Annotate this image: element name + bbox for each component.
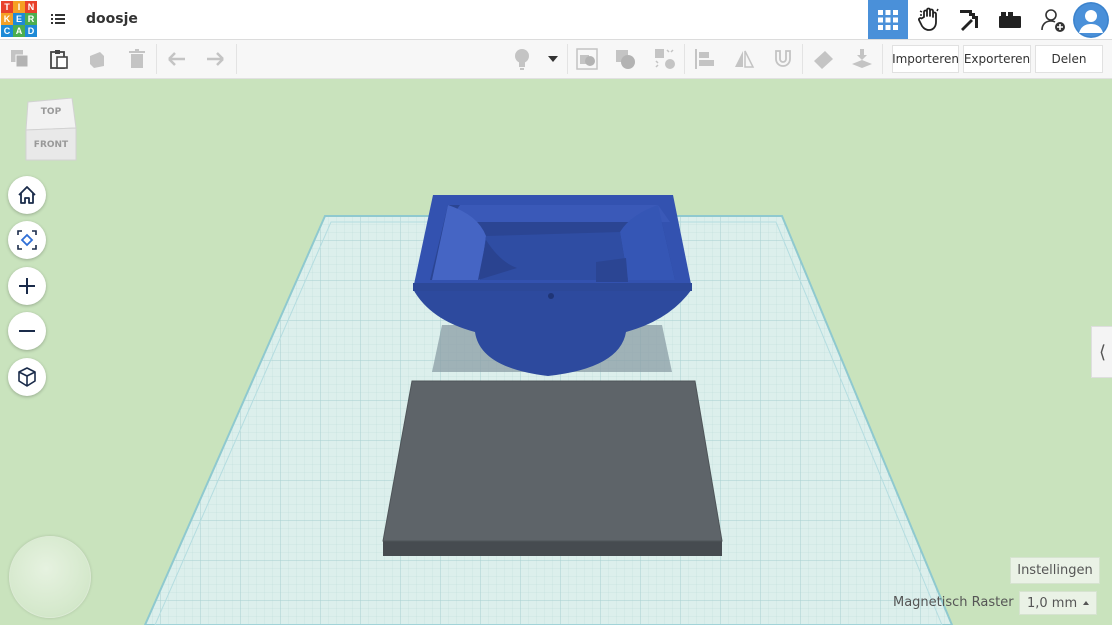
mirror-button[interactable] <box>731 46 757 72</box>
ungroup-icon <box>655 49 675 69</box>
top-bar: T I N K E R C A D doosje <box>0 0 1112 40</box>
logo-letter: I <box>13 1 25 13</box>
copy-button[interactable] <box>7 46 33 72</box>
drop-to-workplane-icon <box>852 49 872 68</box>
bricks-button[interactable] <box>990 0 1030 39</box>
logo-letter: E <box>13 13 25 25</box>
gray-box-shape[interactable] <box>382 380 723 556</box>
notes-button[interactable] <box>509 46 535 72</box>
home-view-icon <box>18 186 36 204</box>
paste-icon <box>50 50 68 69</box>
logo-letter: T <box>1 1 13 13</box>
logo-letter: N <box>25 1 37 13</box>
logo-letter: A <box>13 25 25 37</box>
shapes-panel-toggle[interactable]: ⟨ <box>1091 326 1112 378</box>
light-bulb-icon <box>515 49 529 70</box>
toolbar-separator <box>567 44 568 74</box>
align-icon <box>695 49 714 69</box>
toolbar-separator <box>882 44 883 74</box>
drop-to-workplane-button[interactable] <box>849 46 875 72</box>
logo-letter: C <box>1 25 13 37</box>
dropdown-arrow-icon <box>548 56 558 62</box>
view-cube-front-label[interactable]: FRONT <box>24 140 78 150</box>
duplicate-icon <box>90 52 104 68</box>
pickaxe-icon <box>960 9 978 31</box>
add-user-icon <box>1041 8 1065 32</box>
fit-view-button[interactable] <box>8 221 46 259</box>
orbit-joystick[interactable] <box>9 536 91 618</box>
3d-design-view-button[interactable] <box>868 0 908 39</box>
delete-button[interactable] <box>124 46 150 72</box>
view-cube-top-label[interactable]: TOP <box>24 107 78 117</box>
logo-letter: D <box>25 25 37 37</box>
document-title[interactable]: doosje <box>86 11 138 27</box>
home-view-button[interactable] <box>8 176 46 214</box>
hand-gesture-icon <box>918 7 939 31</box>
flag-button[interactable] <box>810 46 836 72</box>
fit-view-icon <box>17 230 37 250</box>
align-button[interactable] <box>692 46 718 72</box>
share-button[interactable]: Delen <box>1035 45 1103 73</box>
toolbar-separator <box>684 44 685 74</box>
zoom-out-button[interactable] <box>8 312 46 350</box>
redo-icon <box>207 52 224 66</box>
toolbar-separator <box>802 44 803 74</box>
zoom-in-button[interactable] <box>8 267 46 305</box>
import-button[interactable]: Importeren <box>892 45 959 73</box>
edit-toolbar: Importeren Exporteren Delen <box>0 40 1112 79</box>
design-list-button[interactable] <box>48 9 68 29</box>
user-avatar[interactable] <box>1073 2 1109 38</box>
caret-up-icon <box>1083 601 1089 605</box>
group-icon <box>576 48 598 70</box>
logo-letter: K <box>1 13 13 25</box>
redo-button[interactable] <box>202 46 228 72</box>
logo-letter: R <box>25 13 37 25</box>
paste-button[interactable] <box>46 46 72 72</box>
undo-icon <box>168 52 185 66</box>
blocks-button[interactable] <box>950 0 990 39</box>
settings-button[interactable]: Instellingen <box>1010 557 1100 584</box>
projection-toggle-button[interactable] <box>8 358 46 396</box>
combine-icon <box>616 50 635 69</box>
cruise-icon <box>775 50 791 67</box>
snap-grid-select[interactable]: 1,0 mm <box>1019 591 1097 615</box>
combine-button[interactable] <box>612 46 638 72</box>
brick-icon <box>999 11 1021 28</box>
invite-user-button[interactable] <box>1033 0 1073 39</box>
ortho-perspective-icon <box>18 367 36 387</box>
profile-avatar-icon <box>1073 2 1109 38</box>
copy-icon <box>11 50 29 68</box>
undo-button[interactable] <box>164 46 190 72</box>
zoom-in-icon <box>19 278 35 294</box>
toolbar-separator <box>236 44 237 74</box>
mirror-icon <box>735 50 755 68</box>
snap-grid-value: 1,0 mm <box>1027 595 1078 611</box>
sim-lab-button[interactable] <box>910 0 950 39</box>
list-icon <box>51 14 65 24</box>
cruise-button[interactable] <box>770 46 796 72</box>
flag-icon <box>814 51 833 69</box>
chevron-left-icon: ⟨ <box>1098 341 1107 362</box>
grid-view-icon <box>878 9 898 30</box>
ungroup-button[interactable] <box>652 46 678 72</box>
group-button[interactable] <box>574 46 600 72</box>
view-cube[interactable]: TOP FRONT <box>24 97 78 162</box>
zoom-out-icon <box>19 330 35 332</box>
export-button[interactable]: Exporteren <box>963 45 1031 73</box>
tinkercad-logo[interactable]: T I N K E R C A D <box>1 1 37 37</box>
toolbar-separator <box>156 44 157 74</box>
duplicate-button[interactable] <box>84 46 110 72</box>
snap-grid-label: Magnetisch Raster <box>893 595 1014 610</box>
workplane-viewport[interactable] <box>0 78 1112 625</box>
delete-icon <box>129 49 145 68</box>
notes-dropdown-button[interactable] <box>542 46 564 72</box>
